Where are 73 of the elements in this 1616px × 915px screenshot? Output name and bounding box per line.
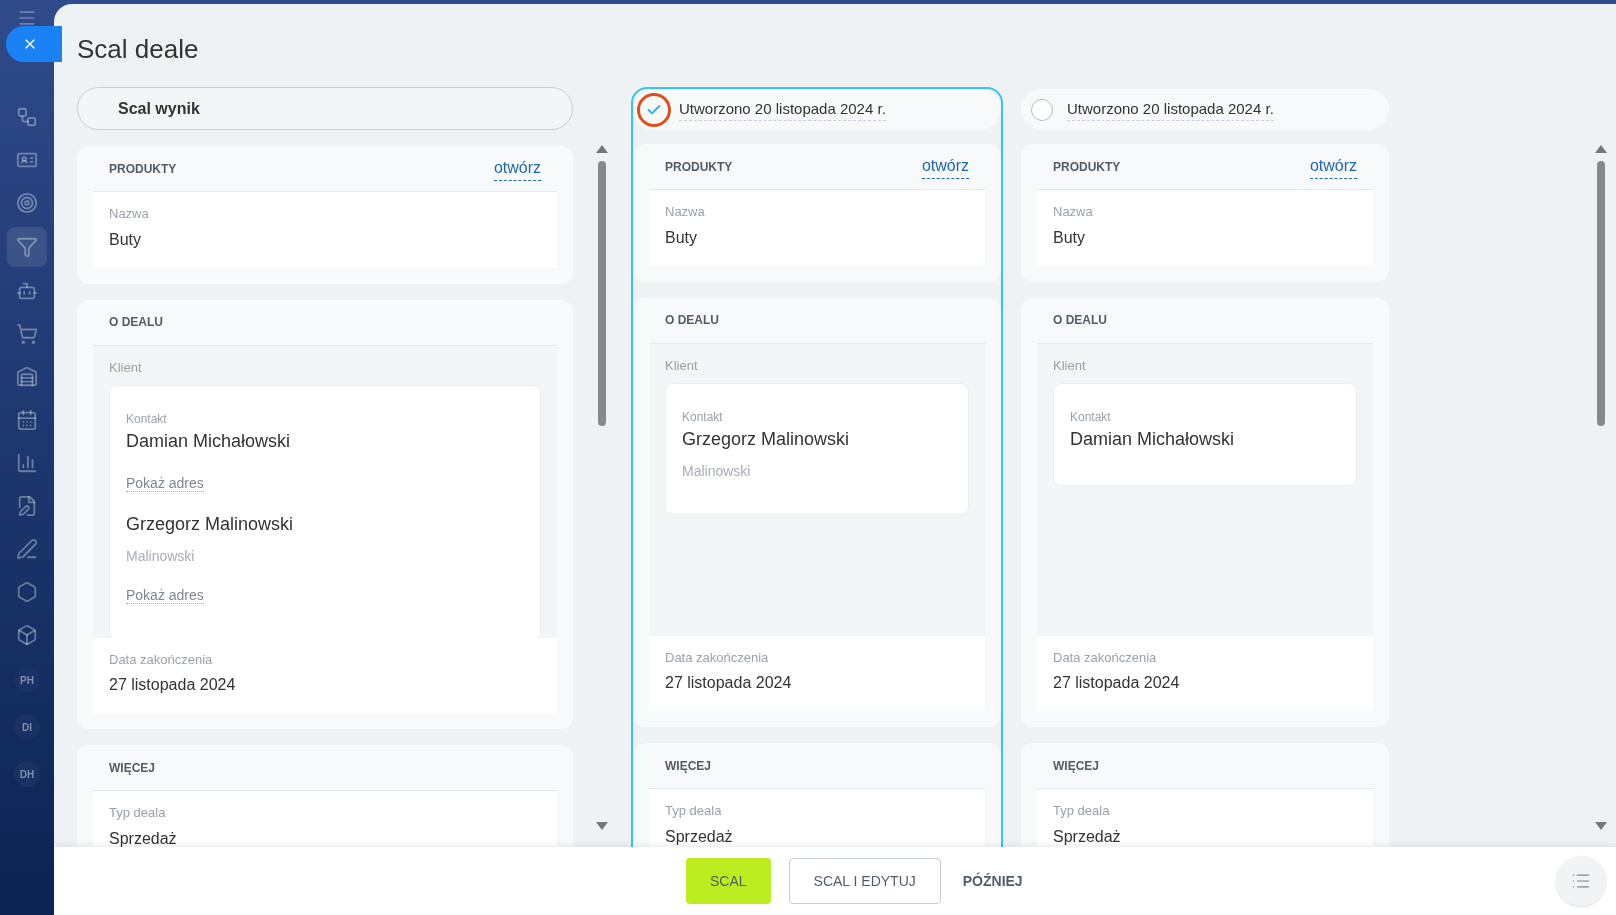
open-link[interactable]: otwórz: [1309, 154, 1357, 179]
hexagon-icon[interactable]: [16, 581, 38, 603]
section-title: O DEALU: [109, 314, 163, 331]
close-button[interactable]: [6, 26, 62, 62]
field-value: Sprzedaż: [109, 828, 178, 849]
field-value: Sprzedaż: [1053, 826, 1122, 847]
section-title: WIĘCEJ: [665, 757, 711, 775]
field-label: Typ deala: [109, 804, 167, 822]
menu-icon[interactable]: [17, 8, 37, 28]
field-label: Data zakończenia: [665, 648, 770, 667]
show-address-link[interactable]: Pokaż adres: [126, 587, 204, 604]
pen-icon[interactable]: [16, 538, 38, 560]
section-title: WIĘCEJ: [109, 759, 155, 777]
bar-chart-icon[interactable]: [16, 452, 38, 474]
contact-name: Damian Michałowski: [1070, 428, 1236, 451]
contact-role: Kontakt: [1070, 409, 1112, 426]
scrollbar[interactable]: [596, 145, 608, 830]
field-value: 27 listopada 2024: [1053, 673, 1181, 693]
cart-icon[interactable]: [16, 323, 38, 345]
contact-role: Kontakt: [682, 409, 724, 426]
show-address-link[interactable]: Pokaż adres: [126, 475, 204, 492]
contact-name: Damian Michałowski: [126, 430, 292, 453]
list-icon: [1571, 871, 1591, 891]
section-title: PRODUKTY: [109, 160, 177, 178]
field-label: Nazwa: [109, 205, 150, 223]
section-title: O DEALU: [1053, 312, 1107, 329]
contact-name: Grzegorz Malinowski: [126, 513, 295, 536]
calendar-icon[interactable]: [16, 409, 38, 431]
document-pen-icon[interactable]: [16, 495, 38, 517]
robot-icon[interactable]: [16, 280, 38, 302]
contact-subtitle: Malinowski: [126, 547, 196, 566]
field-label: Data zakończenia: [1053, 648, 1158, 667]
field-value: Buty: [1053, 227, 1086, 248]
field-value: 27 listopada 2024: [665, 673, 793, 693]
field-label: Typ deala: [1053, 802, 1111, 820]
field-value: 27 listopada 2024: [109, 675, 237, 695]
section-title: O DEALU: [665, 312, 719, 329]
candidate-date: Utworzono 20 listopada 2024 r.: [679, 97, 886, 122]
merge-and-edit-button[interactable]: SCAL I EDYTUJ: [788, 858, 941, 904]
select-radio[interactable]: [637, 92, 671, 127]
warehouse-icon[interactable]: [16, 366, 38, 388]
list-menu-button[interactable]: [1556, 856, 1606, 906]
field-label: Klient: [665, 356, 699, 375]
avatar-initials[interactable]: PH: [14, 667, 40, 693]
section-title: WIĘCEJ: [1053, 757, 1099, 775]
avatar-initials[interactable]: DI: [14, 714, 40, 740]
section-title: PRODUKTY: [1053, 158, 1121, 176]
field-value: Sprzedaż: [665, 826, 734, 847]
contact-name: Grzegorz Malinowski: [682, 428, 851, 451]
contact-subtitle: Malinowski: [682, 462, 752, 481]
field-label: Data zakończenia: [109, 650, 214, 669]
field-label: Nazwa: [1053, 203, 1094, 221]
avatar-initials[interactable]: DH: [14, 761, 40, 787]
merge-button[interactable]: SCAL: [686, 858, 771, 904]
field-value: Buty: [665, 227, 698, 248]
field-label: Klient: [109, 358, 143, 377]
target-icon[interactable]: [16, 192, 38, 214]
merge-result-tab[interactable]: Scal wynik: [77, 87, 573, 130]
later-button[interactable]: PÓŹNIEJ: [958, 858, 1027, 904]
field-value: Buty: [109, 229, 142, 250]
candidate-date: Utworzono 20 listopada 2024 r.: [1067, 97, 1274, 122]
contact-role: Kontakt: [126, 411, 168, 428]
scrollbar[interactable]: [1595, 145, 1607, 830]
section-title: PRODUKTY: [665, 158, 733, 176]
field-label: Klient: [1053, 356, 1087, 375]
open-link[interactable]: otwórz: [921, 154, 969, 179]
open-link[interactable]: otwórz: [493, 156, 541, 181]
filter-icon[interactable]: [16, 236, 38, 258]
workflow-icon[interactable]: [16, 106, 38, 128]
page-title: Scal deale: [76, 33, 200, 66]
field-label: Typ deala: [665, 802, 723, 820]
field-label: Nazwa: [665, 203, 706, 221]
box-icon[interactable]: [16, 624, 38, 646]
